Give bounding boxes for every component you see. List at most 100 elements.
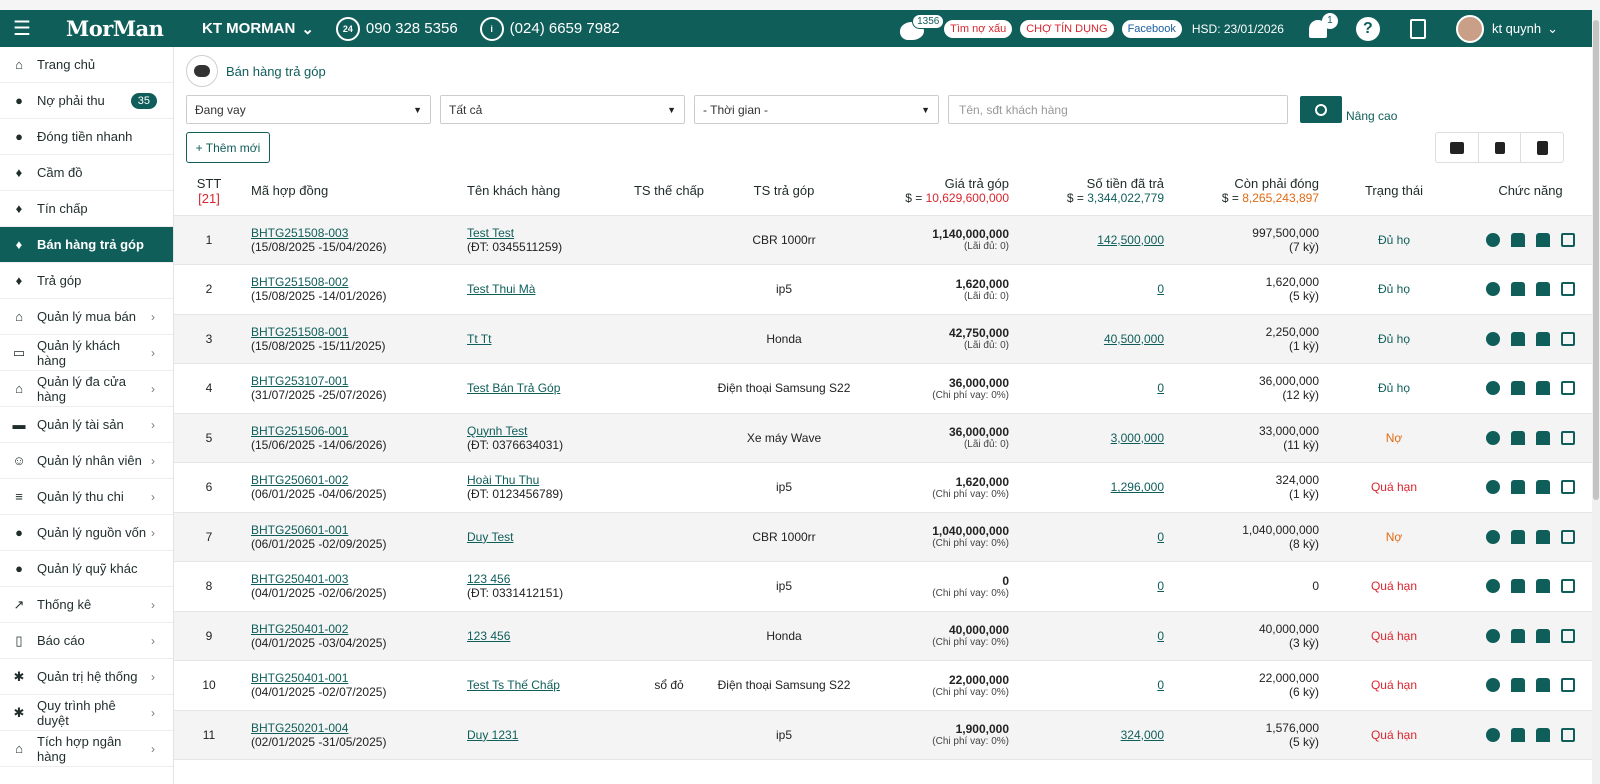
customer-link[interactable]: Hoài Thu Thu [467,473,539,487]
customer-link[interactable]: Test Test [467,226,514,240]
logo[interactable]: MorMan [44,16,178,41]
sidebar-item-19[interactable]: ⌂ Tích hợp ngân hàng › [0,731,173,767]
paid-link[interactable]: 40,500,000 [1104,332,1164,346]
contract-link[interactable]: BHTG251508-003 [251,226,348,240]
money-bag-icon[interactable] [1511,579,1525,594]
qr-code-icon[interactable] [1561,678,1575,693]
table-row[interactable]: 9 BHTG250401-002 (04/01/2025 -03/04/2025) 1… [174,611,1592,661]
table-row[interactable]: 10 BHTG250401-001 (04/01/2025 -02/07/2025)… [174,660,1592,711]
sidebar-item-0[interactable]: ⌂ Trang chủ [0,47,173,83]
paid-link[interactable]: 142,500,000 [1097,233,1164,247]
truck-icon[interactable] [1536,678,1550,693]
contract-link[interactable]: BHTG253107-001 [251,374,348,388]
contract-link[interactable]: BHTG251508-001 [251,325,348,339]
contract-link[interactable]: BHTG251506-001 [251,424,348,438]
truck-icon[interactable] [1536,579,1550,594]
credit-market-button[interactable]: CHỢ TÍN DỤNG [1020,19,1114,38]
facebook-button[interactable]: Facebook [1121,19,1182,38]
truck-icon[interactable] [1536,480,1550,495]
qr-code-icon[interactable] [1561,331,1575,346]
scrollbar[interactable] [1592,10,1600,784]
paid-link[interactable]: 0 [1157,629,1164,643]
sidebar-item-8[interactable]: ▭ Quản lý khách hàng › [0,335,173,371]
truck-icon[interactable] [1536,381,1550,396]
truck-icon[interactable] [1536,282,1550,297]
table-row[interactable]: 7 BHTG250601-001 (06/01/2025 -02/09/2025) D… [174,512,1592,562]
bad-debt-search-button[interactable]: Tìm nợ xấu [944,19,1013,38]
paid-link[interactable]: 324,000 [1121,728,1164,742]
contract-link[interactable]: BHTG250601-002 [251,473,348,487]
qr-code-icon[interactable] [1561,529,1575,544]
time-select[interactable]: - Thời gian - ▼ [694,95,939,124]
contract-link[interactable]: BHTG250201-004 [251,721,348,735]
money-bag-icon[interactable] [1511,678,1525,693]
money-bag-icon[interactable] [1511,282,1525,297]
customer-link[interactable]: Duy Test [467,530,513,544]
sidebar-item-17[interactable]: ✱ Quản trị hệ thống › [0,659,173,695]
help-icon[interactable]: ? [1355,16,1380,41]
table-row[interactable]: 6 BHTG250601-002 (06/01/2025 -04/06/2025) H… [174,462,1592,513]
edit-icon[interactable] [1486,678,1500,693]
advanced-search-link[interactable]: Nâng cao [1346,109,1397,123]
hotline-1[interactable]: 24 090 328 5356 [335,16,458,41]
paid-link[interactable]: 1,296,000 [1111,480,1164,494]
money-bag-icon[interactable] [1511,381,1525,396]
sidebar-item-6[interactable]: ♦ Trả góp [0,263,173,299]
edit-icon[interactable] [1486,381,1500,396]
paid-link[interactable]: 0 [1157,282,1164,296]
money-bag-icon[interactable] [1511,331,1525,346]
edit-icon[interactable] [1486,282,1500,297]
money-bag-icon[interactable] [1511,232,1525,247]
qr-code-icon[interactable] [1561,381,1575,396]
money-bag-icon[interactable] [1511,430,1525,445]
sidebar-item-2[interactable]: ● Đóng tiền nhanh [0,119,173,155]
avatar[interactable] [1455,14,1484,43]
menu-icon[interactable]: ☰ [0,16,44,41]
sidebar-item-12[interactable]: ≡ Quản lý thu chi › [0,479,173,515]
qr-code-icon[interactable] [1561,480,1575,495]
excel-button[interactable] [1521,133,1563,162]
contract-link[interactable]: BHTG250401-001 [251,671,348,685]
customer-link[interactable]: 123 456 [467,572,510,586]
type-select[interactable]: Tất cả ▼ [440,95,685,124]
sidebar-item-7[interactable]: ⌂ Quản lý mua bán › [0,299,173,335]
search-input[interactable] [948,95,1288,124]
sidebar-item-16[interactable]: ▯ Báo cáo › [0,623,173,659]
sidebar-item-18[interactable]: ✱ Quy trình phê duyệt › [0,695,173,731]
qr-code-icon[interactable] [1561,282,1575,297]
qr-code-icon[interactable] [1561,232,1575,247]
customer-link[interactable]: Test Bán Trả Góp [467,381,560,395]
sidebar-item-15[interactable]: ↗ Thống kê › [0,587,173,623]
search-button[interactable] [1300,96,1342,123]
edit-icon[interactable] [1486,529,1500,544]
messages-button[interactable]: 1356 [896,13,945,42]
sidebar-item-4[interactable]: ♦ Tín chấp [0,191,173,227]
truck-icon[interactable] [1536,529,1550,544]
sidebar-item-13[interactable]: ● Quản lý nguồn vốn › [0,515,173,551]
contract-link[interactable]: BHTG251508-002 [251,275,348,289]
table-row[interactable]: 5 BHTG251506-001 (15/06/2025 -14/06/2026) Q… [174,413,1592,463]
paid-link[interactable]: 0 [1157,678,1164,692]
scrollbar-thumb[interactable] [1593,20,1599,500]
hotline-2[interactable]: i (024) 6659 7982 [479,16,620,41]
sidebar-item-10[interactable]: ▬ Quản lý tài sản › [0,407,173,443]
customer-link[interactable]: Duy 1231 [467,728,518,742]
sidebar-item-3[interactable]: ♦ Cầm đồ [0,155,173,191]
table-row[interactable]: 3 BHTG251508-001 (15/08/2025 -15/11/2025) T… [174,314,1592,364]
contract-link[interactable]: BHTG250401-003 [251,572,348,586]
edit-icon[interactable] [1486,480,1500,495]
sidebar-item-5[interactable]: ♦ Bán hàng trả góp [0,227,173,263]
truck-icon[interactable] [1536,430,1550,445]
table-row[interactable]: 1 BHTG251508-003 (15/08/2025 -15/04/2026) T… [174,215,1592,265]
customer-link[interactable]: Quynh Test [467,424,527,438]
edit-icon[interactable] [1486,579,1500,594]
table-row[interactable]: 8 BHTG250401-003 (04/01/2025 -02/06/2025) 1… [174,561,1592,612]
edit-icon[interactable] [1486,430,1500,445]
add-new-button[interactable]: + Thêm mới [186,132,270,163]
customer-link[interactable]: Tt Tt [467,332,491,346]
notifications-button[interactable]: 1 [1306,12,1338,43]
status-select[interactable]: Đang vay ▼ [186,95,431,124]
table-row[interactable]: 11 BHTG250201-004 (02/01/2025 -31/05/2025)… [174,710,1592,760]
truck-icon[interactable] [1536,727,1550,742]
edit-icon[interactable] [1486,232,1500,247]
